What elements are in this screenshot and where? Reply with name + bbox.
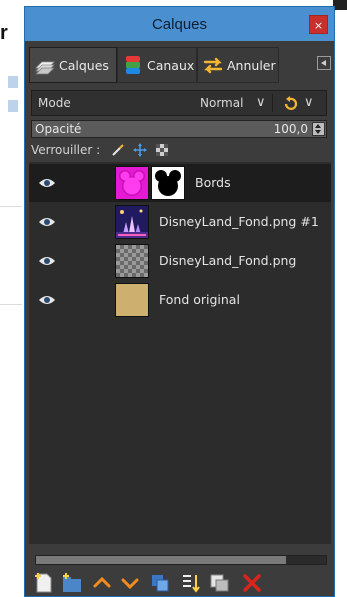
visibility-eye-icon[interactable] bbox=[38, 294, 56, 306]
lock-row: Verrouiller : bbox=[31, 138, 327, 162]
lower-layer-icon[interactable] bbox=[119, 572, 141, 594]
opacity-value: 100,0 bbox=[273, 122, 308, 136]
layer-thumbnail[interactable] bbox=[115, 283, 149, 317]
lock-pixels-icon[interactable] bbox=[111, 143, 125, 157]
new-layer-icon[interactable] bbox=[33, 572, 55, 594]
background-text-fragment: r bbox=[0, 22, 8, 44]
lock-label: Verrouiller : bbox=[31, 143, 101, 157]
layer-name[interactable]: Fond original bbox=[159, 292, 240, 307]
layers-list: Bords DisneyLand_Fond.png #1 DisneyLand_… bbox=[29, 162, 331, 544]
tab-layers-label: Calques bbox=[59, 57, 109, 73]
scrollbar-thumb[interactable] bbox=[36, 556, 286, 564]
layer-name[interactable]: DisneyLand_Fond.png bbox=[159, 253, 296, 268]
layer-row[interactable]: DisneyLand_Fond.png #1 bbox=[29, 203, 331, 241]
mode-selector[interactable]: Mode Normal ∨ ∨ bbox=[31, 90, 327, 116]
layer-mask-thumbnail[interactable] bbox=[151, 166, 185, 200]
opacity-slider[interactable]: Opacité 100,0 bbox=[31, 120, 327, 138]
layer-thumbnail[interactable] bbox=[115, 166, 149, 200]
background-divider bbox=[0, 304, 22, 305]
layer-row[interactable]: Bords bbox=[29, 164, 331, 202]
castle-image-icon bbox=[116, 206, 148, 238]
chevron-down-icon[interactable]: ∨ bbox=[304, 95, 314, 110]
layer-name[interactable]: Bords bbox=[195, 175, 231, 190]
delete-layer-icon[interactable] bbox=[241, 572, 263, 594]
layers-dock-window: Calques × Calques Canaux Annuler Mode No… bbox=[24, 6, 335, 597]
mode-reset-icon[interactable] bbox=[282, 95, 298, 111]
window-title: Calques bbox=[151, 16, 208, 33]
lock-alpha-icon[interactable] bbox=[155, 143, 169, 157]
mickey-mask-icon bbox=[155, 170, 181, 196]
visibility-eye-icon[interactable] bbox=[38, 255, 56, 267]
background-widget bbox=[8, 76, 18, 88]
tab-undo-history[interactable]: Annuler bbox=[197, 47, 279, 83]
mode-label: Mode bbox=[38, 96, 71, 110]
merge-down-icon[interactable] bbox=[209, 572, 231, 594]
background-corner bbox=[333, 0, 347, 10]
opacity-label: Opacité bbox=[35, 122, 82, 136]
chevron-down-icon: ∨ bbox=[256, 95, 266, 110]
lock-position-icon[interactable] bbox=[133, 143, 147, 157]
layer-row[interactable]: DisneyLand_Fond.png bbox=[29, 242, 331, 280]
tab-channels[interactable]: Canaux bbox=[117, 47, 197, 83]
undo-history-icon bbox=[203, 57, 223, 74]
opacity-spin-button[interactable] bbox=[312, 122, 325, 136]
dock-tabs: Calques Canaux Annuler bbox=[29, 47, 331, 83]
close-button[interactable]: × bbox=[309, 15, 328, 34]
divider bbox=[272, 94, 273, 112]
tab-undo-history-label: Annuler bbox=[227, 57, 276, 73]
layer-thumbnail[interactable] bbox=[115, 205, 149, 239]
new-layer-group-icon[interactable] bbox=[61, 572, 83, 594]
background-window bbox=[0, 0, 24, 597]
layers-icon bbox=[35, 61, 55, 75]
duplicate-layer-icon[interactable] bbox=[149, 572, 171, 594]
anchor-layer-icon[interactable] bbox=[179, 572, 201, 594]
visibility-eye-icon[interactable] bbox=[38, 177, 56, 189]
layer-row[interactable]: Fond original bbox=[29, 281, 331, 319]
mickey-silhouette-icon bbox=[119, 170, 145, 196]
tab-menu-button[interactable] bbox=[317, 56, 331, 70]
layers-toolbar bbox=[29, 569, 331, 595]
layer-thumbnail[interactable] bbox=[115, 244, 149, 278]
title-bar[interactable]: Calques × bbox=[25, 7, 334, 41]
close-icon: × bbox=[313, 19, 324, 32]
background-divider bbox=[0, 206, 22, 207]
horizontal-scrollbar[interactable] bbox=[35, 555, 327, 565]
tab-layers[interactable]: Calques bbox=[29, 47, 117, 83]
raise-layer-icon[interactable] bbox=[91, 572, 113, 594]
background-widget bbox=[8, 100, 18, 112]
visibility-eye-icon[interactable] bbox=[38, 216, 56, 228]
layer-name[interactable]: DisneyLand_Fond.png #1 bbox=[159, 214, 319, 229]
tab-channels-label: Canaux bbox=[147, 57, 195, 73]
mode-value: Normal bbox=[200, 96, 244, 110]
channels-icon bbox=[126, 56, 140, 74]
